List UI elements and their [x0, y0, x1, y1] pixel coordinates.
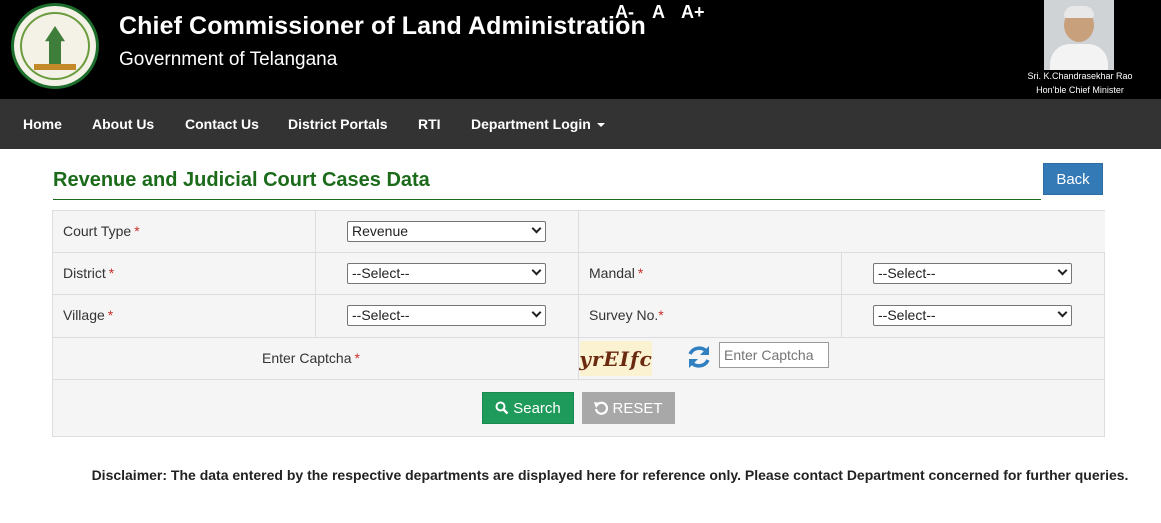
nav-department-login-label: Department Login	[471, 116, 591, 132]
caret-down-icon	[596, 123, 605, 128]
reset-button[interactable]: RESET	[582, 392, 675, 424]
court-type-value: Revenue	[352, 223, 409, 239]
chevron-down-icon	[531, 223, 542, 234]
survey-no-label: Survey No.*	[589, 307, 664, 323]
mandal-label: Mandal *	[589, 265, 644, 281]
font-normal-button[interactable]: A	[652, 2, 665, 23]
chevron-down-icon	[1057, 307, 1068, 318]
cm-role: Hon'ble Chief Minister	[1036, 85, 1124, 95]
search-icon	[495, 401, 509, 415]
nav-department-login[interactable]: Department Login	[471, 116, 605, 132]
site-subtitle: Government of Telangana	[119, 49, 338, 70]
page-title: Revenue and Judicial Court Cases Data	[53, 169, 430, 191]
captcha-image: yrEIfc	[579, 341, 652, 376]
district-label: District *	[63, 265, 115, 281]
telangana-emblem-icon	[11, 3, 99, 89]
title-divider	[53, 199, 1041, 200]
font-increase-button[interactable]: A+	[681, 2, 705, 23]
nav-district-portals[interactable]: District Portals	[288, 116, 388, 132]
font-decrease-button[interactable]: A-	[615, 2, 634, 23]
court-type-label: Court Type *	[63, 223, 140, 239]
refresh-icon[interactable]	[685, 343, 713, 371]
back-button[interactable]: Back	[1043, 163, 1103, 195]
cm-name: Sri. K.Chandrasekhar Rao	[1027, 71, 1133, 81]
chevron-down-icon	[1057, 265, 1068, 276]
chevron-down-icon	[531, 307, 542, 318]
main-nav: Home About Us Contact Us District Portal…	[0, 99, 1161, 149]
reset-button-label: RESET	[612, 399, 663, 417]
captcha-input[interactable]	[719, 342, 829, 368]
village-select[interactable]: --Select--	[347, 305, 546, 326]
search-button-label: Search	[513, 399, 561, 417]
village-value: --Select--	[352, 307, 410, 323]
site-title: Chief Commissioner of Land Administratio…	[119, 12, 646, 40]
mandal-value: --Select--	[878, 265, 936, 281]
court-type-select[interactable]: Revenue	[347, 221, 546, 242]
survey-no-value: --Select--	[878, 307, 936, 323]
search-button[interactable]: Search	[482, 392, 574, 424]
nav-home[interactable]: Home	[23, 116, 62, 132]
survey-no-select[interactable]: --Select--	[873, 305, 1072, 326]
chief-minister-photo	[1044, 0, 1114, 70]
chevron-down-icon	[531, 265, 542, 276]
mandal-select[interactable]: --Select--	[873, 263, 1072, 284]
nav-about-us[interactable]: About Us	[92, 116, 154, 132]
site-header: Chief Commissioner of Land Administratio…	[0, 0, 1161, 99]
district-value: --Select--	[352, 265, 410, 281]
disclaimer-text: Disclaimer: The data entered by the resp…	[91, 467, 1129, 483]
nav-rti[interactable]: RTI	[418, 116, 441, 132]
village-label: Village *	[63, 307, 114, 323]
undo-icon	[594, 401, 609, 415]
nav-contact-us[interactable]: Contact Us	[185, 116, 259, 132]
district-select[interactable]: --Select--	[347, 263, 546, 284]
captcha-label: Enter Captcha *	[262, 350, 360, 366]
